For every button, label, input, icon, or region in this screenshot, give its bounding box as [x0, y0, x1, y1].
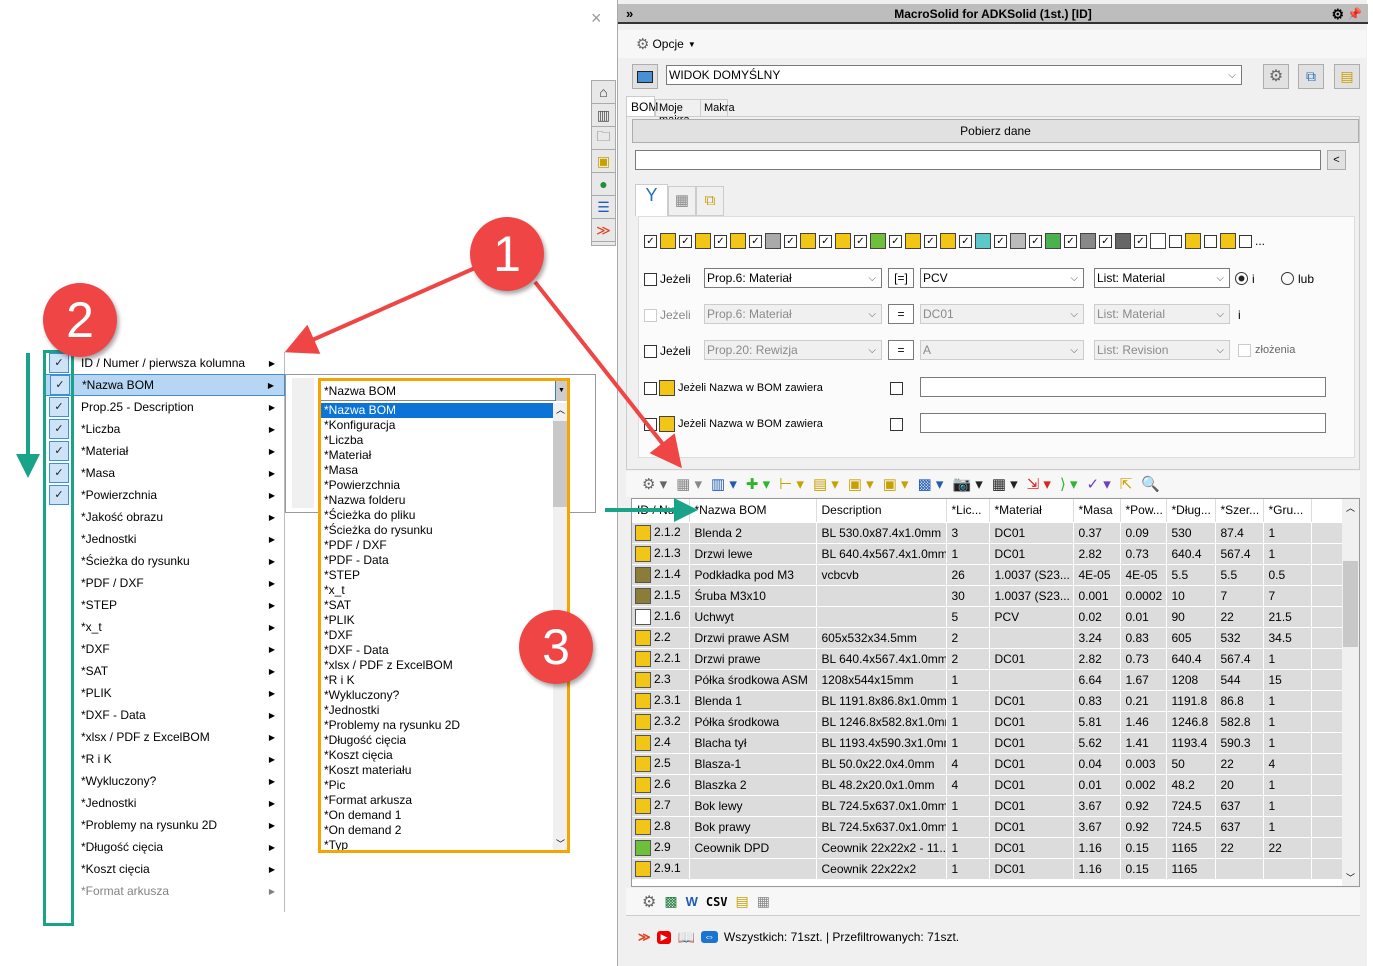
annotation-arrows	[16, 266, 698, 522]
arrow-to-toolbar	[533, 280, 682, 469]
annotation-badge-2: 2	[43, 283, 117, 357]
arrow-to-menu	[284, 266, 476, 354]
annotation-badge-1: 1	[470, 217, 544, 291]
annotation-badge-3: 3	[519, 610, 593, 684]
